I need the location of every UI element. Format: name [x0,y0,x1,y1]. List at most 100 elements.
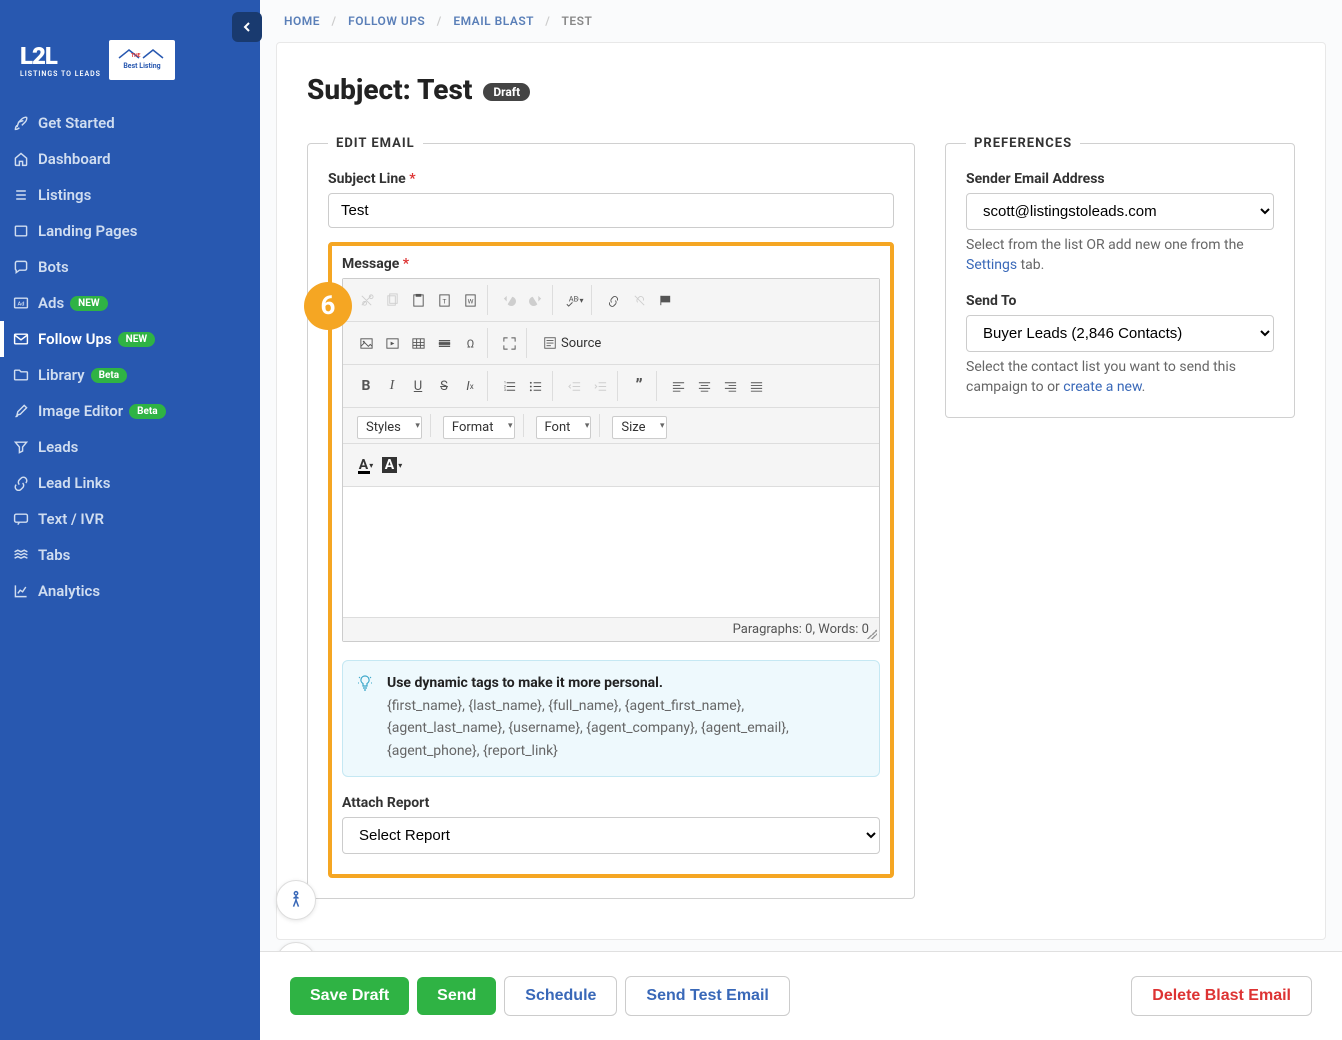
message-label: Message * [342,256,880,272]
font-select[interactable]: Font [536,416,592,439]
lightbulb-icon [357,675,373,695]
maximize-icon[interactable] [496,330,522,356]
breadcrumb-emailblast[interactable]: EMAIL BLAST [453,14,533,28]
hr-icon[interactable] [431,330,457,356]
square-icon [12,222,30,240]
sidebar-item-label: Bots [38,258,69,276]
styles-select[interactable]: Styles [357,416,422,439]
undo-icon[interactable] [496,287,522,313]
sidebar-item-listings[interactable]: Listings [0,177,260,213]
bg-color-icon[interactable]: A▾ [379,452,405,478]
schedule-button[interactable]: Schedule [504,976,617,1016]
delete-blast-button[interactable]: Delete Blast Email [1131,976,1312,1016]
sender-email-label: Sender Email Address [966,171,1274,187]
outdent-icon[interactable] [561,373,587,399]
footer-bar: Save Draft Send Schedule Send Test Email… [260,951,1342,1040]
subject-line-input[interactable] [328,193,894,228]
breadcrumb-home[interactable]: HOME [284,14,320,28]
sidebar-item-dashboard[interactable]: Dashboard [0,141,260,177]
svg-text:Best Listing: Best Listing [123,62,160,70]
step-circle: 6 [304,282,352,330]
remove-format-icon[interactable]: Ix [457,373,483,399]
sidebar-item-follow-ups[interactable]: Follow UpsNEW [0,321,260,357]
subject-line-label: Subject Line * [328,171,894,187]
blockquote-icon[interactable]: ” [626,373,652,399]
paste-word-icon[interactable]: W [457,287,483,313]
size-select[interactable]: Size [612,416,666,439]
align-left-icon[interactable] [665,373,691,399]
text-color-icon[interactable]: A▾ [353,452,379,478]
edit-email-fieldset: EDIT EMAIL Subject Line * 6 [307,136,915,899]
send-to-select[interactable]: Buyer Leads (2,846 Contacts) [966,315,1274,352]
paste-icon[interactable] [405,287,431,313]
align-right-icon[interactable] [717,373,743,399]
sidebar-item-bots[interactable]: Bots [0,249,260,285]
sidebar-item-label: Image Editor [38,402,123,420]
attach-report-select[interactable]: Select Report [342,817,880,854]
bullet-list-icon[interactable] [522,373,548,399]
sidebar-item-label: Leads [38,438,78,456]
sidebar-item-text-ivr[interactable]: Text / IVR [0,501,260,537]
anchor-icon[interactable] [652,287,678,313]
ad-icon: Ad [12,294,30,312]
create-new-link[interactable]: create a new [1063,379,1141,395]
cut-icon[interactable] [353,287,379,313]
sidebar-collapse-button[interactable] [232,12,262,42]
logo-area: L2LLISTINGS TO LEADS Best ListingTHE [0,10,260,105]
sidebar-item-image-editor[interactable]: Image EditorBeta [0,393,260,429]
unlink-icon[interactable] [626,287,652,313]
sidebar-item-leads[interactable]: Leads [0,429,260,465]
sidebar-item-tabs[interactable]: Tabs [0,537,260,573]
dynamic-tags-tip: Use dynamic tags to make it more persona… [342,660,880,777]
table-icon[interactable] [405,330,431,356]
sender-email-select[interactable]: scott@listingstoleads.com [966,193,1274,230]
send-test-button[interactable]: Send Test Email [625,976,789,1016]
link-icon[interactable] [600,287,626,313]
bold-icon[interactable]: B [353,373,379,399]
save-draft-button[interactable]: Save Draft [290,977,409,1015]
svg-text:THE: THE [131,53,141,59]
sidebar-item-label: Listings [38,186,91,204]
format-select[interactable]: Format [443,416,515,439]
strikethrough-icon[interactable]: S [431,373,457,399]
sidebar-item-label: Text / IVR [38,510,104,528]
edit-email-legend: EDIT EMAIL [328,136,423,151]
numbered-list-icon[interactable]: 123 [496,373,522,399]
editor-body[interactable] [343,487,879,617]
sender-help-text: Select from the list OR add new one from… [966,236,1274,275]
embed-icon[interactable] [379,330,405,356]
link-icon [12,474,30,492]
breadcrumb-followups[interactable]: FOLLOW UPS [348,14,425,28]
breadcrumb-current: TEST [562,14,593,28]
sidebar-item-library[interactable]: LibraryBeta [0,357,260,393]
sidebar-item-ads[interactable]: AdAdsNEW [0,285,260,321]
align-justify-icon[interactable] [743,373,769,399]
source-button[interactable]: Source [535,333,609,354]
breadcrumb: HOME / FOLLOW UPS / EMAIL BLAST / TEST [260,0,1342,42]
list-icon [12,186,30,204]
send-button[interactable]: Send [417,977,496,1015]
sidebar-item-analytics[interactable]: Analytics [0,573,260,609]
spellcheck-icon[interactable]: ABC▾ [561,287,587,313]
send-to-label: Send To [966,293,1274,309]
resize-handle[interactable] [867,629,877,639]
special-char-icon[interactable]: Ω [457,330,483,356]
underline-icon[interactable]: U [405,373,431,399]
indent-icon[interactable] [587,373,613,399]
walkthrough-button[interactable] [276,880,316,920]
rocket-icon [12,114,30,132]
settings-link[interactable]: Settings [966,257,1017,273]
sidebar-item-lead-links[interactable]: Lead Links [0,465,260,501]
sidebar-item-landing-pages[interactable]: Landing Pages [0,213,260,249]
svg-text:Ad: Ad [18,301,25,307]
sidebar-item-label: Library [38,366,85,384]
align-center-icon[interactable] [691,373,717,399]
redo-icon[interactable] [522,287,548,313]
image-icon[interactable] [353,330,379,356]
italic-icon[interactable]: I [379,373,405,399]
logo-best-listing: Best Listing THE [109,40,175,80]
sidebar-item-get-started[interactable]: Get Started [0,105,260,141]
paste-text-icon[interactable]: T [431,287,457,313]
copy-icon[interactable] [379,287,405,313]
brush-icon [12,402,30,420]
